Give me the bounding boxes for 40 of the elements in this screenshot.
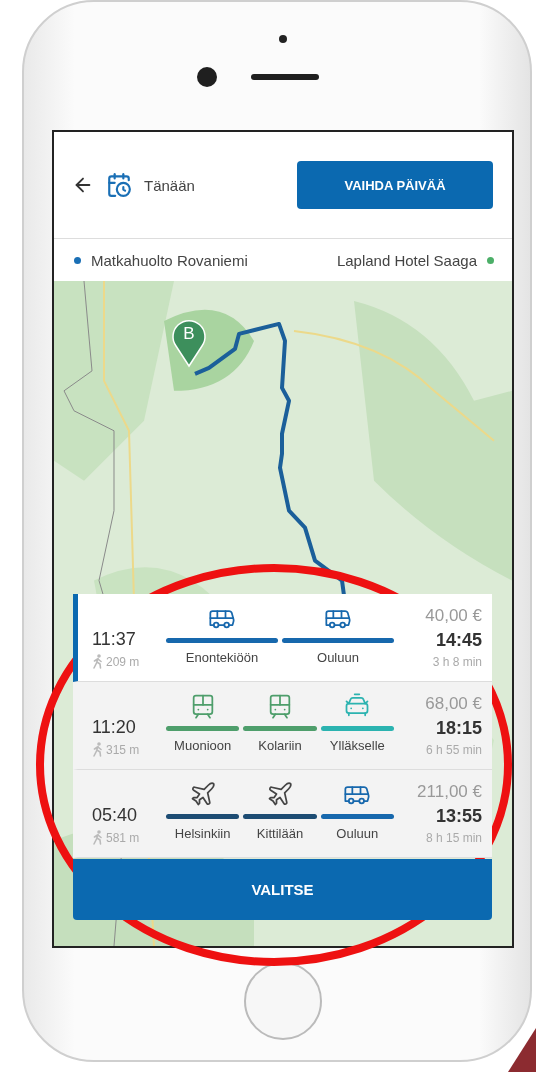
corner-decoration xyxy=(508,1028,536,1072)
arrival-time: 14:45 xyxy=(435,630,482,651)
price: 211,00 € xyxy=(417,782,482,802)
walking-person-icon xyxy=(92,654,104,669)
plane-icon xyxy=(266,780,294,808)
sensor-icon xyxy=(279,35,287,43)
departure-time: 11:37 xyxy=(92,629,136,650)
duration: 3 h 8 min xyxy=(432,655,482,669)
change-date-button[interactable]: VAIHDA PÄIVÄÄ xyxy=(297,161,493,209)
arrival-time: 18:15 xyxy=(435,718,482,739)
destination-name: Lapland Hotel Saaga xyxy=(336,251,477,269)
walking-person-icon xyxy=(92,830,104,845)
price: 40,00 € xyxy=(425,606,482,626)
departure-time: 11:20 xyxy=(92,717,136,738)
walk-distance: 315 m xyxy=(106,742,140,757)
duration: 8 h 15 min xyxy=(425,831,482,845)
calendar-clock-icon xyxy=(106,172,132,198)
walking-person-icon xyxy=(92,742,104,757)
leg-destination: Kittilään xyxy=(256,826,304,841)
leg-destination: Helsinkiin xyxy=(174,826,231,841)
leg-destination: Ylläkselle xyxy=(329,738,385,753)
price: 68,00 € xyxy=(425,694,482,714)
walk-distance: 209 m xyxy=(106,654,140,669)
route-option[interactable]: 11:20 315 m Muonioon Kolariin Ylläkselle 68,00 € 18:15 6 h 55 min xyxy=(73,682,492,770)
walk-distance: 581 m xyxy=(106,830,140,845)
leg-destination: Enontekiöön xyxy=(185,650,259,665)
leg-destination: Muonioon xyxy=(174,738,232,753)
select-button[interactable]: VALITSE xyxy=(73,859,492,920)
route-option[interactable]: 05:40 581 m Helsinkiin Kittilään Ouluun 211,00 € 13:55 8 h 15 min xyxy=(73,770,492,858)
departure-time: 05:40 xyxy=(92,805,138,826)
date-label: Tänään xyxy=(144,176,195,194)
route-option[interactable]: 11:37 209 m Enontekiöön Ouluun 40,00 € 14:45 3 h 8 min xyxy=(73,594,492,682)
leg-destination: Ouluun xyxy=(317,650,359,665)
camera-icon xyxy=(197,67,217,87)
leg-destination: Ouluun xyxy=(336,826,379,841)
leg-destination: Kolariin xyxy=(258,738,302,753)
origin-name: Matkahuolto Rovaniemi xyxy=(91,251,248,269)
speaker-icon xyxy=(251,74,319,80)
arrival-time: 13:55 xyxy=(435,806,482,827)
duration: 6 h 55 min xyxy=(425,743,482,757)
